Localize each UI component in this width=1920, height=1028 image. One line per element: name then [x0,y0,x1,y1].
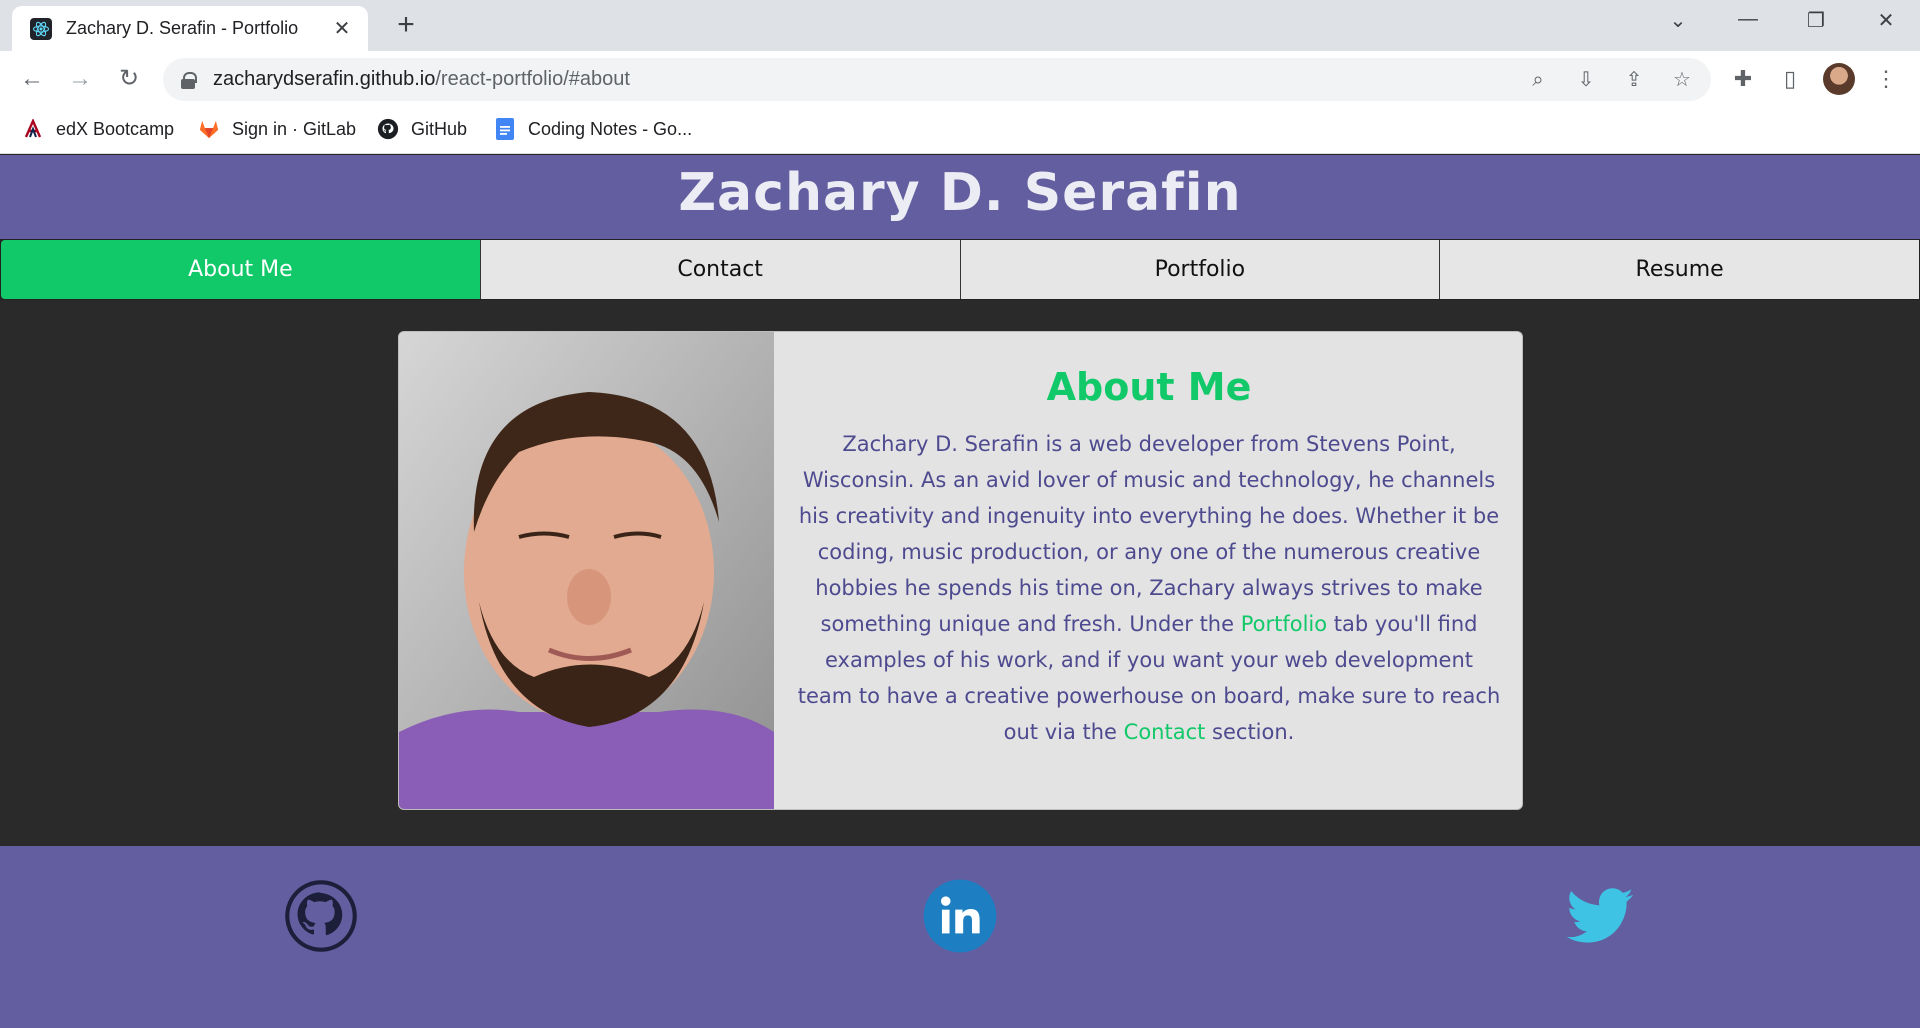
linkedin-icon[interactable] [920,876,1000,956]
gitlab-icon [198,118,220,140]
about-heading: About Me [1046,365,1252,409]
bookmarks-bar: edX Bootcamp Sign in · GitLab GitHub Cod… [0,107,1920,154]
lock-icon[interactable] [181,71,197,89]
react-icon [30,17,52,40]
github-icon[interactable] [281,876,361,956]
minimize-icon[interactable]: — [1728,8,1768,31]
site-header: Zachary D. Serafin [0,155,1920,240]
tab-portfolio[interactable]: Portfolio [960,240,1441,299]
side-panel-icon[interactable]: ▯ [1774,63,1806,95]
about-card: About Me Zachary D. Serafin is a web dev… [398,331,1523,810]
url-text[interactable]: zacharydserafin.github.io/react-portfoli… [213,68,630,91]
github-icon [377,118,399,140]
share-icon[interactable]: ⇪ [1621,67,1647,93]
edx-icon [22,118,44,140]
close-tab-icon[interactable]: ✕ [330,16,354,41]
tab-title: Zachary D. Serafin - Portfolio [66,18,299,38]
tab-resume[interactable]: Resume [1440,240,1919,299]
restore-icon[interactable]: ❐ [1796,8,1836,33]
page-title: Zachary D. Serafin [678,163,1242,223]
close-window-icon[interactable]: ✕ [1866,8,1906,33]
browser-tab[interactable]: Zachary D. Serafin - Portfolio ✕ [12,6,368,51]
tab-search-icon[interactable]: ⌄ [1658,8,1698,33]
nav-tabs: About Me Contact Portfolio Resume [0,239,1920,300]
tab-about-me[interactable]: About Me [1,240,481,299]
forward-icon[interactable]: → [64,63,96,95]
bookmark-item[interactable]: GitHub [377,118,467,140]
bookmark-item[interactable]: Sign in · GitLab [198,118,356,140]
tab-contact[interactable]: Contact [480,240,961,299]
bookmark-star-icon[interactable]: ☆ [1669,67,1695,93]
site-footer [0,846,1920,1028]
install-app-icon[interactable]: ⇩ [1573,67,1599,93]
browser-toolbar: ← → ↻ zacharydserafin.github.io/react-po… [0,51,1920,107]
bookmark-item[interactable]: Coding Notes - Go... [494,118,692,140]
extensions-icon[interactable]: ✚ [1727,63,1759,95]
about-content: About Me Zachary D. Serafin is a web dev… [789,332,1509,809]
reload-icon[interactable]: ↻ [113,63,145,95]
back-icon[interactable]: ← [16,63,48,95]
portfolio-link[interactable]: Portfolio [1241,612,1327,636]
twitter-icon[interactable] [1560,876,1640,956]
avatar[interactable] [1823,63,1855,95]
google-docs-icon [494,118,516,140]
profile-photo [399,332,774,809]
address-bar[interactable]: zacharydserafin.github.io/react-portfoli… [163,58,1711,101]
new-tab-icon[interactable]: + [392,10,420,40]
about-paragraph: Zachary D. Serafin is a web developer fr… [797,432,1501,744]
bookmark-item[interactable]: edX Bootcamp [22,118,174,140]
browser-tabstrip: Zachary D. Serafin - Portfolio ✕ + ⌄ — ❐… [0,0,1920,51]
menu-kebab-icon[interactable]: ⋮ [1870,63,1902,95]
zoom-search-icon[interactable]: ⌕ [1525,67,1551,93]
contact-link[interactable]: Contact [1124,720,1206,744]
